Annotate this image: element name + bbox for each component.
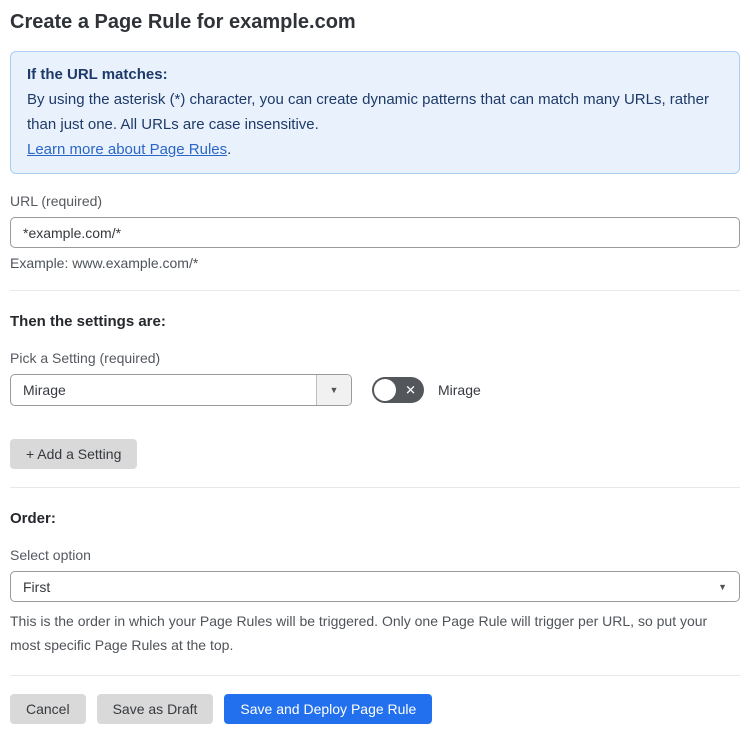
pick-setting-label: Pick a Setting (required) <box>10 350 161 366</box>
save-as-draft-button[interactable]: Save as Draft <box>96 694 214 724</box>
footer-actions: Cancel Save as Draft Save and Deploy Pag… <box>10 694 740 724</box>
learn-more-link[interactable]: Learn more about Page Rules <box>27 141 227 158</box>
settings-section-heading: Then the settings are: <box>10 313 166 330</box>
order-select[interactable]: First ▼ <box>10 571 740 602</box>
info-box-link-line: Learn more about Page Rules. <box>27 137 723 162</box>
url-matches-info-box: If the URL matches: By using the asteris… <box>10 51 740 174</box>
cancel-button[interactable]: Cancel <box>10 694 86 724</box>
save-and-deploy-button[interactable]: Save and Deploy Page Rule <box>224 694 433 724</box>
chevron-down-icon: ▼ <box>329 385 339 395</box>
toggle-off-x-icon: ✕ <box>405 382 416 398</box>
url-example-helper: Example: www.example.com/* <box>10 255 199 271</box>
add-setting-button[interactable]: + Add a Setting <box>10 439 138 469</box>
divider <box>10 675 740 676</box>
order-section-heading: Order: <box>10 510 56 527</box>
divider <box>10 290 740 291</box>
create-page-rule-form: Create a Page Rule for example.com If th… <box>0 0 750 736</box>
toggle-label: Mirage <box>438 382 481 398</box>
page-title: Create a Page Rule for example.com <box>10 11 356 33</box>
setting-dropdown-arrow-button[interactable]: ▼ <box>316 375 351 405</box>
link-suffix: . <box>227 141 232 158</box>
mirage-toggle[interactable]: ✕ <box>372 377 424 403</box>
setting-row: Mirage ▼ ✕ Mirage <box>10 374 740 406</box>
order-select-value: First <box>23 578 51 595</box>
setting-dropdown[interactable]: Mirage ▼ <box>10 374 352 406</box>
setting-dropdown-value: Mirage <box>23 382 66 398</box>
info-box-body: By using the asterisk (*) character, you… <box>27 91 709 133</box>
select-arrow-icon: ▼ <box>718 581 727 592</box>
divider <box>10 487 740 488</box>
url-input[interactable] <box>10 217 740 248</box>
url-field-label: URL (required) <box>10 193 103 209</box>
toggle-knob <box>374 379 396 401</box>
info-box-heading: If the URL matches: <box>27 66 168 83</box>
select-option-label: Select option <box>10 547 91 563</box>
order-helper-text: This is the order in which your Page Rul… <box>10 613 708 653</box>
